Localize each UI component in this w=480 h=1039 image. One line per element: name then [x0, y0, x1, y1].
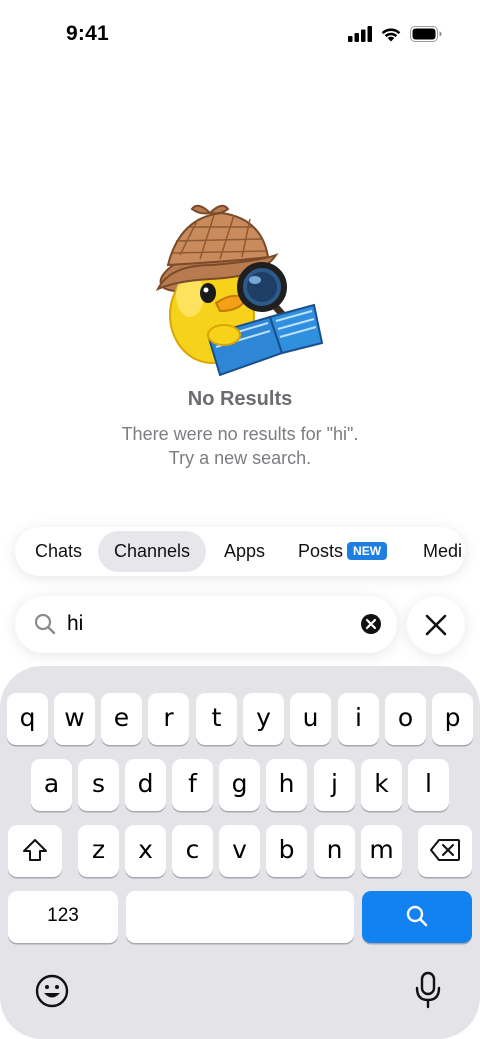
new-badge: NEW: [347, 542, 388, 560]
keyboard: q w e r t y u i o p a s d f g h j k l z …: [0, 666, 480, 1039]
shift-icon: [23, 839, 47, 861]
key-s[interactable]: s: [78, 759, 119, 811]
no-results-message: There were no results for "hi".: [121, 424, 359, 444]
search-filter-tabs: Chats Channels Apps Posts NEW Medi: [15, 527, 465, 576]
backspace-icon: [430, 839, 460, 861]
close-search-button[interactable]: [407, 596, 465, 654]
key-l[interactable]: l: [408, 759, 449, 811]
key-k[interactable]: k: [361, 759, 402, 811]
key-a[interactable]: a: [31, 759, 72, 811]
search-icon: [33, 612, 57, 641]
key-w[interactable]: w: [54, 693, 95, 745]
key-n[interactable]: n: [314, 825, 355, 877]
backspace-key[interactable]: [418, 825, 472, 877]
key-h[interactable]: h: [266, 759, 307, 811]
key-e[interactable]: e: [101, 693, 142, 745]
key-q[interactable]: q: [7, 693, 48, 745]
close-icon: [425, 614, 447, 636]
tab-channels[interactable]: Channels: [98, 531, 207, 572]
tab-media[interactable]: Medi: [411, 531, 465, 572]
tab-posts[interactable]: Posts NEW: [285, 531, 400, 572]
key-t[interactable]: t: [196, 693, 237, 745]
clear-search-icon[interactable]: [360, 613, 382, 640]
tab-apps[interactable]: Apps: [210, 531, 279, 572]
key-m[interactable]: m: [361, 825, 402, 877]
key-f[interactable]: f: [172, 759, 213, 811]
search-input[interactable]: hi: [67, 612, 83, 636]
no-results-title: No Results: [187, 388, 293, 410]
shift-key[interactable]: [8, 825, 62, 877]
dictation-microphone-icon[interactable]: [414, 971, 442, 1014]
key-x[interactable]: x: [125, 825, 166, 877]
emoji-icon[interactable]: [34, 973, 70, 1014]
key-r[interactable]: r: [148, 693, 189, 745]
battery-icon: [410, 26, 442, 47]
key-z[interactable]: z: [78, 825, 119, 877]
key-d[interactable]: d: [125, 759, 166, 811]
status-bar: 9:41: [0, 0, 480, 70]
duck-detective-sticker: [150, 195, 330, 385]
key-v[interactable]: v: [219, 825, 260, 877]
search-field[interactable]: hi: [15, 596, 397, 653]
status-time: 9:41: [66, 22, 109, 45]
no-results-hint: Try a new search.: [168, 448, 312, 468]
key-c[interactable]: c: [172, 825, 213, 877]
status-icons: [348, 26, 442, 47]
tab-chats[interactable]: Chats: [20, 531, 97, 572]
search-key-icon: [406, 905, 428, 927]
key-o[interactable]: o: [385, 693, 426, 745]
key-b[interactable]: b: [266, 825, 307, 877]
numbers-key[interactable]: 123: [8, 891, 118, 943]
key-p[interactable]: p: [432, 693, 473, 745]
wifi-icon: [380, 26, 402, 47]
search-key[interactable]: [362, 891, 472, 943]
key-g[interactable]: g: [219, 759, 260, 811]
cellular-signal-icon: [348, 26, 372, 47]
space-key[interactable]: [126, 891, 354, 943]
key-y[interactable]: y: [243, 693, 284, 745]
key-j[interactable]: j: [314, 759, 355, 811]
key-u[interactable]: u: [290, 693, 331, 745]
key-i[interactable]: i: [338, 693, 379, 745]
